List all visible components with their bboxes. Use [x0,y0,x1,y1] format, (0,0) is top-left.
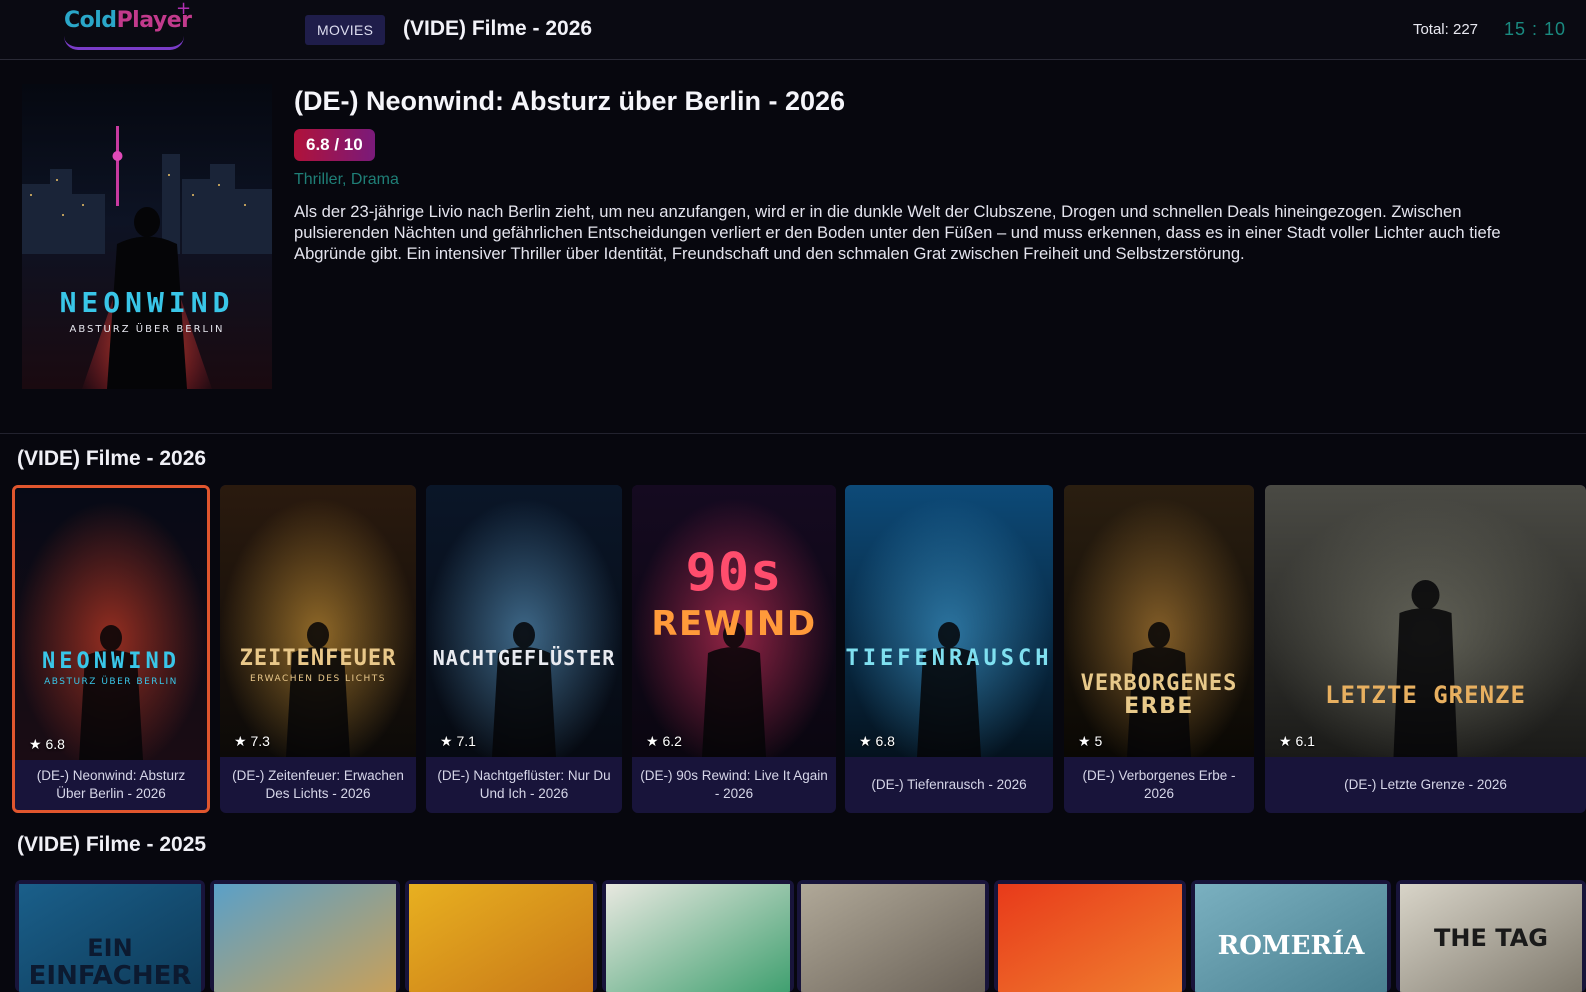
poster-title-text: ZEITENFEUER [240,646,397,671]
movie-poster: NACHTGEFLÜSTER [426,485,622,757]
movie-card[interactable]: LETZTE GRENZE ★ 6.1 (DE-) Letzte Grenze … [1265,485,1586,813]
poster-subtitle-text: REWIND [651,604,816,644]
logo-swoosh-icon [64,36,184,50]
movie-poster: VERBORGENES ERBE [1064,485,1254,757]
movie-rating: ★ 5 [1078,733,1103,749]
movie-rating: ★ 6.2 [646,733,682,749]
poster-subtitle-text: ERWACHEN DES LICHTS [250,674,386,684]
movie-rating: ★ 6.1 [1279,733,1315,749]
movie-card[interactable] [405,880,597,992]
movie-card[interactable] [797,880,989,992]
poster-subtitle-text: EINFACHER [29,961,192,991]
movie-poster: ZEITENFEUER ERWACHEN DES LICHTS [220,485,416,757]
movie-card[interactable] [994,880,1186,992]
logo-cold-text: Cold [64,8,117,33]
movie-poster: LETZTE GRENZE [1265,485,1586,757]
movie-rating: ★ 6.8 [859,733,895,749]
poster-title-text: NEONWIND [42,649,180,674]
row-title-2025: (VIDE) Filme - 2025 [17,833,207,856]
movie-poster [801,884,985,992]
movie-poster [214,884,396,992]
hero-info: (DE-) Neonwind: Absturz über Berlin - 20… [294,86,1554,264]
movie-card[interactable]: THE TAG [1396,880,1586,992]
poster-title-text: LETZTE GRENZE [1325,681,1526,709]
movie-title: (DE-) Letzte Grenze - 2026 [1344,777,1507,792]
movie-card[interactable]: ZEITENFEUER ERWACHEN DES LICHTS ★ 7.3 (D… [220,485,416,813]
movie-card[interactable]: ROMERÍA [1191,880,1391,992]
movie-title: (DE-) 90s Rewind: Live It Again - 2026 [640,768,828,801]
movie-title: (DE-) Verborgenes Erbe - 2026 [1082,768,1236,801]
poster-subtitle-text: ERBE [1124,694,1194,719]
movie-poster: NEONWIND ABSTURZ ÜBER BERLIN [15,488,207,760]
movie-poster: EIN EINFACHER [19,884,201,992]
movie-rating: ★ 7.1 [440,733,476,749]
movie-card[interactable]: NEONWIND ABSTURZ ÜBER BERLIN ★ 6.8 (DE-)… [12,485,210,813]
logo-plus-icon: + [176,0,191,19]
poster-title-text: EIN [87,934,132,962]
movie-poster [998,884,1182,992]
clock: 15 : 10 [1503,19,1566,39]
hero-genres: Thriller, Drama [294,171,399,188]
coldplayer-logo[interactable]: ColdPlayer + [64,0,192,50]
movie-card[interactable]: 90s REWIND ★ 6.2 (DE-) 90s Rewind: Live … [632,485,836,813]
movie-title: (DE-) Nachtgeflüster: Nur Du Und Ich - 2… [437,768,611,801]
hero-poster-art: NEONWIND ABSTURZ ÜBER BERLIN [22,84,272,389]
category-title: (VIDE) Filme - 2026 [403,17,593,40]
movie-card[interactable]: NACHTGEFLÜSTER ★ 7.1 (DE-) Nachtgeflüste… [426,485,622,813]
poster-title-text: TIEFENRAUSCH [846,646,1053,671]
hero-poster-title: NEONWIND [60,286,235,319]
movie-card[interactable]: VERBORGENES ERBE ★ 5 (DE-) Verborgenes E… [1064,485,1254,813]
section-divider [0,433,1586,434]
movie-title: (DE-) Tiefenrausch - 2026 [871,777,1027,792]
movie-poster [409,884,593,992]
poster-title-text: VERBORGENES [1081,671,1238,696]
hero-title: (DE-) Neonwind: Absturz über Berlin - 20… [294,86,846,116]
hero-poster-subtitle: ABSTURZ ÜBER BERLIN [69,322,224,335]
movie-title: (DE-) Neonwind: Absturz Über Berlin - 20… [36,768,186,801]
movie-poster: ROMERÍA [1195,884,1387,992]
poster-title-text: 90s [686,543,783,603]
movie-card[interactable]: TIEFENRAUSCH ★ 6.8 (DE-) Tiefenrausch - … [845,485,1053,813]
poster-subtitle-text: ABSTURZ ÜBER BERLIN [44,676,178,687]
hero-rating-badge: 6.8 / 10 [294,129,375,161]
movie-poster [606,884,790,992]
movie-card[interactable] [602,880,794,992]
total-count: Total: 227 [1412,21,1478,38]
section-pill-movies[interactable]: MOVIES [305,15,386,45]
top-bar: ColdPlayer + MOVIES (VIDE) Filme - 2026 … [0,0,1586,60]
row-title-2026: (VIDE) Filme - 2026 [17,447,207,470]
hero-poster: NEONWIND ABSTURZ ÜBER BERLIN [22,84,272,389]
movie-rating: ★ 7.3 [234,733,270,749]
poster-title-text: ROMERÍA [1218,929,1366,961]
movie-poster: 90s REWIND [632,485,836,757]
poster-title-text: NACHTGEFLÜSTER [433,646,616,670]
movie-rating: ★ 6.8 [29,736,65,752]
movie-card[interactable]: EIN EINFACHER [15,880,205,992]
hero-description: Als der 23-jährige Livio nach Berlin zie… [294,202,1501,263]
poster-title-text: THE TAG [1434,924,1548,952]
movie-card[interactable] [210,880,400,992]
movie-title: (DE-) Zeitenfeuer: Erwachen Des Lichts -… [232,768,404,801]
movie-poster: THE TAG [1400,884,1582,992]
movie-poster: TIEFENRAUSCH [845,485,1053,757]
